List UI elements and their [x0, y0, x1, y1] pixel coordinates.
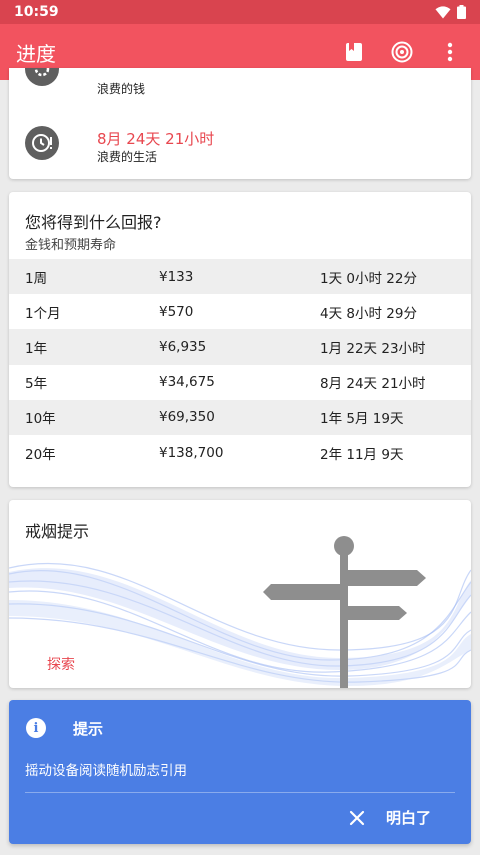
- clock-alert-icon: [25, 126, 59, 160]
- table-row: 1周 ¥133 1天 0小时 22分: [9, 259, 471, 295]
- hint-snackbar: i 提示 摇动设备阅读随机励志引用 明白了: [9, 700, 471, 844]
- rewards-subtitle: 金钱和预期寿命: [25, 238, 117, 253]
- more-options-button[interactable]: [436, 38, 464, 66]
- life-cell: 1月 22天 23小时: [320, 340, 426, 357]
- money-cell: ¥6,935: [159, 338, 207, 355]
- status-icons: [435, 5, 466, 19]
- stat-label: 浪费的钱: [97, 82, 146, 96]
- life-cell: 1天 0小时 22分: [320, 270, 417, 287]
- life-cell: 8月 24天 21小时: [320, 376, 426, 393]
- rewards-table: 1周 ¥133 1天 0小时 22分 1个月 ¥570 4天 8小时 29分 1年 ¥6,93…: [9, 259, 471, 470]
- table-row: 5年 ¥34,675 8月 24天 21小时: [9, 365, 471, 400]
- stat-value: 8月 24天 21小时: [97, 130, 215, 148]
- target-icon: [391, 41, 413, 63]
- got-it-button[interactable]: 明白了: [386, 807, 431, 828]
- battery-icon: [457, 5, 466, 19]
- money-cell: ¥570: [159, 303, 194, 320]
- close-button[interactable]: [345, 806, 369, 830]
- coin-gear-icon: [25, 68, 59, 86]
- period-cell: 10年: [25, 411, 56, 428]
- close-icon: [349, 810, 365, 826]
- period-cell: 1个月: [25, 305, 61, 322]
- explore-button[interactable]: 探索: [47, 654, 75, 674]
- snackbar-divider: [25, 792, 455, 793]
- table-row: 20年 ¥138,700 2年 11月 9天: [9, 435, 471, 470]
- status-time: 10:59: [14, 4, 59, 20]
- info-icon: i: [26, 718, 46, 738]
- life-cell: 2年 11月 9天: [320, 446, 404, 463]
- status-bar: 10:59: [0, 0, 480, 24]
- rewards-title: 您将得到什么回报?: [25, 213, 162, 232]
- money-cell: ¥138,700: [159, 444, 224, 461]
- page-title: 进度: [16, 41, 56, 66]
- life-cell: 4天 8小时 29分: [320, 305, 417, 322]
- journal-button[interactable]: [340, 38, 368, 66]
- stat-label: 浪费的生活: [97, 150, 158, 164]
- stats-card: 浪费的钱 8月 24天 21小时 浪费的生活: [9, 68, 471, 179]
- more-vert-icon: [447, 42, 453, 62]
- goal-button[interactable]: [388, 38, 416, 66]
- period-cell: 1年: [25, 340, 48, 357]
- tips-title: 戒烟提示: [25, 522, 90, 541]
- money-cell: ¥133: [159, 268, 194, 285]
- life-cell: 1年 5月 19天: [320, 411, 404, 428]
- table-row: 10年 ¥69,350 1年 5月 19天: [9, 399, 471, 435]
- rewards-card: 您将得到什么回报? 金钱和预期寿命 1周 ¥133 1天 0小时 22分 1个月 ¥57…: [9, 192, 471, 487]
- money-cell: ¥34,675: [159, 374, 215, 391]
- table-row: 1年 ¥6,935 1月 22天 23小时: [9, 329, 471, 365]
- period-cell: 1周: [25, 270, 48, 287]
- snackbar-message: 摇动设备阅读随机励志引用: [25, 763, 187, 779]
- book-icon: [346, 43, 362, 61]
- period-cell: 5年: [25, 376, 48, 393]
- money-cell: ¥69,350: [159, 409, 215, 426]
- period-cell: 20年: [25, 446, 56, 463]
- snackbar-title: 提示: [73, 720, 104, 738]
- wifi-icon: [435, 5, 451, 18]
- tips-card[interactable]: 戒烟提示 探索: [9, 500, 471, 688]
- table-row: 1个月 ¥570 4天 8小时 29分: [9, 294, 471, 329]
